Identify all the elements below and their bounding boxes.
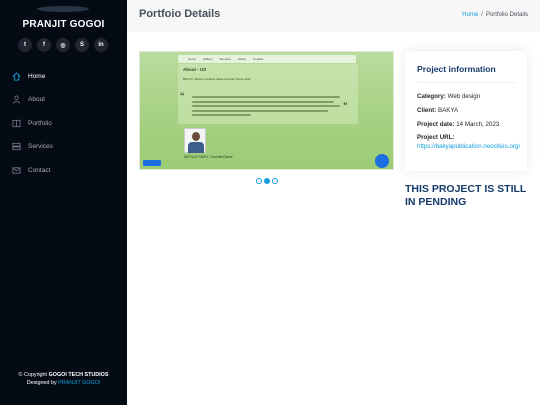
nav-item-services[interactable]: Services	[12, 141, 53, 153]
nav-item-contact[interactable]: Contact	[12, 164, 53, 176]
page-header: Portfoio Details Home / Portfolio Details	[127, 0, 540, 32]
slide-founder-caption: SATYAJIT NATH - Founder/Owner	[184, 155, 233, 159]
social-links: t f ◎ S in	[18, 38, 108, 52]
envelope-icon	[12, 167, 21, 174]
project-status: THIS PROJECT IS STILL IN PENDING	[405, 183, 527, 208]
slider-dot-3[interactable]	[272, 178, 278, 184]
nav-item-portfolio[interactable]: Portfolio	[12, 117, 53, 129]
slide-round-button	[375, 154, 389, 168]
nav-label: Contact	[28, 166, 51, 174]
breadcrumb: Home / Portfolio Details	[462, 12, 528, 18]
slide-nav-item: Home	[188, 57, 197, 61]
site-name[interactable]: PRANJIT GOGOI	[0, 19, 127, 30]
twitter-icon[interactable]: t	[18, 38, 32, 52]
url-row: Project URL:	[417, 134, 455, 141]
date-label: Project date	[417, 121, 453, 128]
nav-label: About	[28, 96, 45, 104]
person-icon	[12, 95, 21, 104]
slide-site-nav: Home Gallery Services About Contact	[178, 55, 356, 63]
project-url-link[interactable]: https://bakyapublication.neocities.org/	[417, 143, 520, 150]
slide-subtitle: BAKYA: Where Creative Ideas Flourish Sin…	[183, 77, 251, 81]
breadcrumb-home[interactable]: Home	[462, 12, 478, 18]
slider-dot-1[interactable]	[256, 178, 262, 184]
date-value: 14 March, 2023	[456, 121, 500, 128]
nav-label: Home	[28, 72, 46, 80]
url-label: Project URL	[417, 134, 453, 141]
footer: © Copyright GOGOI TECH STUDIOS Designed …	[0, 371, 127, 387]
slide-about-heading: About - US	[183, 67, 207, 72]
slider-pagination	[256, 178, 278, 184]
sidebar: PRANJIT GOGOI t f ◎ S in Home About Port…	[0, 0, 127, 405]
breadcrumb-current: Portfolio Details	[485, 12, 528, 18]
client-value: BAKYA	[438, 107, 459, 114]
designed-prefix: Designed by	[26, 380, 57, 386]
url-value-row: https://bakyapublication.neocities.org/	[417, 143, 520, 150]
breadcrumb-separator: /	[481, 12, 483, 18]
client-row: Client: BAKYA	[417, 107, 459, 114]
slide-nav-item: Contact	[252, 57, 264, 61]
category-value: Web design	[447, 93, 481, 100]
project-info-title: Project information	[417, 64, 496, 74]
server-icon	[12, 143, 21, 151]
page-title: Portfoio Details	[139, 8, 221, 20]
founder-photo	[184, 128, 206, 153]
instagram-icon[interactable]: ◎	[56, 38, 70, 52]
designer-link[interactable]: PRANJIT GOGOI	[58, 380, 100, 386]
nav-item-about[interactable]: About	[12, 94, 53, 106]
date-row: Project date: 14 March, 2023	[417, 121, 500, 128]
nav-label: Services	[28, 143, 53, 151]
project-info-card: Project information Category: Web design…	[405, 51, 527, 171]
portfolio-slide-image[interactable]: Home Gallery Services About Contact Abou…	[139, 51, 394, 170]
slider-dot-2[interactable]	[264, 178, 270, 184]
copyright: © Copyright GOGOI TECH STUDIOS	[0, 371, 127, 379]
main-nav: Home About Portfolio Services Contact	[12, 70, 53, 188]
slide-button	[143, 160, 161, 166]
skype-icon[interactable]: S	[75, 38, 89, 52]
category-row: Category: Web design	[417, 93, 481, 100]
quote-close-icon: ”	[343, 101, 348, 111]
slide-paragraph	[192, 96, 340, 119]
slide-nav-item: Services	[219, 57, 232, 61]
studio-name: GOGOI TECH STUDIOS	[48, 372, 109, 378]
credits: Designed by PRANJIT GOGOI	[0, 379, 127, 387]
linkedin-icon[interactable]: in	[94, 38, 108, 52]
category-label: Category	[417, 93, 444, 100]
avatar	[37, 6, 89, 12]
slide-nav-item: Gallery	[203, 57, 213, 61]
quote-open-icon: “	[180, 91, 185, 101]
facebook-icon[interactable]: f	[37, 38, 51, 52]
slide-nav-item: About	[238, 57, 246, 61]
copyright-prefix: © Copyright	[18, 372, 48, 378]
home-icon	[12, 71, 21, 81]
client-label: Client	[417, 107, 435, 114]
nav-label: Portfolio	[28, 119, 52, 127]
book-icon	[12, 119, 21, 127]
divider	[417, 82, 515, 83]
nav-item-home[interactable]: Home	[12, 70, 53, 82]
